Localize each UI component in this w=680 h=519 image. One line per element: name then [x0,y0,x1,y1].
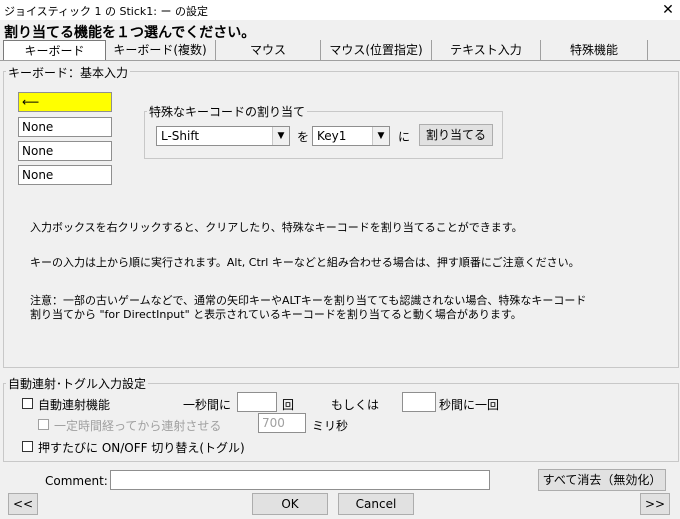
tab-special[interactable]: 特殊機能 [541,40,648,60]
times-per-second-input[interactable] [237,392,277,412]
next-button[interactable]: >> [640,493,670,515]
chevron-down-icon: ▼ [272,127,289,145]
tab-keyboard[interactable]: キーボード [3,40,106,61]
comment-input[interactable] [110,470,490,490]
info-text-2: キーの入力は上から順に実行されます。Alt, Ctrl キーなどと組み合わせる場… [30,256,580,269]
window-title: ジョイスティック 1 の Stick1: ー の設定 [4,5,208,18]
info-text-4: 割り当てから "for DirectInput" と表示されているキーコードを割… [30,308,522,321]
target-key-value: Key1 [317,129,347,143]
times-label: 回 [282,398,295,412]
seconds-interval-input[interactable] [402,392,436,412]
special-keycode-label: 特殊なキーコードの割り当て [147,103,308,120]
tab-text-input[interactable]: テキスト入力 [432,40,541,60]
special-key-value: L-Shift [161,129,200,143]
tab-divider [0,60,680,61]
clear-all-button[interactable]: すべて消去（無効化） [538,469,666,491]
key-input-1[interactable]: ⟵ [18,92,112,112]
info-text-3: 注意：一部の古いゲームなどで、通常の矢印キーやALTキーを割り当てても認識されな… [30,294,587,307]
page-heading: 割り当てる機能を１つ選んでください。 [4,25,256,41]
per-second-label: 一秒間に [183,398,232,412]
toggle-label: 押すたびに ON/OFF 切り替え(トグル) [38,441,245,455]
keyboard-group-label: キーボード：基本入力 [6,64,131,81]
rapid-fire-checkbox[interactable] [22,398,33,409]
prev-button[interactable]: << [8,493,38,515]
key-input-2[interactable]: None [18,117,112,137]
rapid-fire-label: 自動連射機能 [38,398,111,412]
toggle-checkbox[interactable] [22,441,33,452]
cancel-button[interactable]: Cancel [338,493,414,515]
tab-mouse[interactable]: マウス [216,40,321,60]
assign-button[interactable]: 割り当てる [419,124,493,146]
ms-label: ミリ秒 [312,419,349,433]
delay-checkbox[interactable] [38,419,49,430]
wo-label: を [297,130,310,144]
ok-button[interactable]: OK [252,493,328,515]
key-input-3[interactable]: None [18,141,112,161]
seconds-per-label: 秒間に一回 [439,398,500,412]
special-key-select[interactable]: L-Shift ▼ [156,126,290,146]
chevron-down-icon: ▼ [372,127,389,145]
comment-label: Comment: [45,474,108,488]
tab-keyboard-multi[interactable]: キーボード(複数) [105,40,216,60]
delay-label: 一定時間経ってから連射させる [54,419,222,433]
info-text-1: 入力ボックスを右クリックすると、クリアしたり、特殊なキーコードを割り当てることが… [30,221,523,234]
delay-ms-input[interactable]: 700 [258,413,306,433]
close-icon[interactable]: ✕ [656,0,680,20]
key-input-4[interactable]: None [18,165,112,185]
or-label: もしくは [331,398,380,412]
target-key-select[interactable]: Key1 ▼ [312,126,390,146]
autofire-group-label: 自動連射･トグル入力設定 [6,375,149,392]
tab-mouse-position[interactable]: マウス(位置指定) [321,40,432,60]
ni-label: に [398,130,411,144]
